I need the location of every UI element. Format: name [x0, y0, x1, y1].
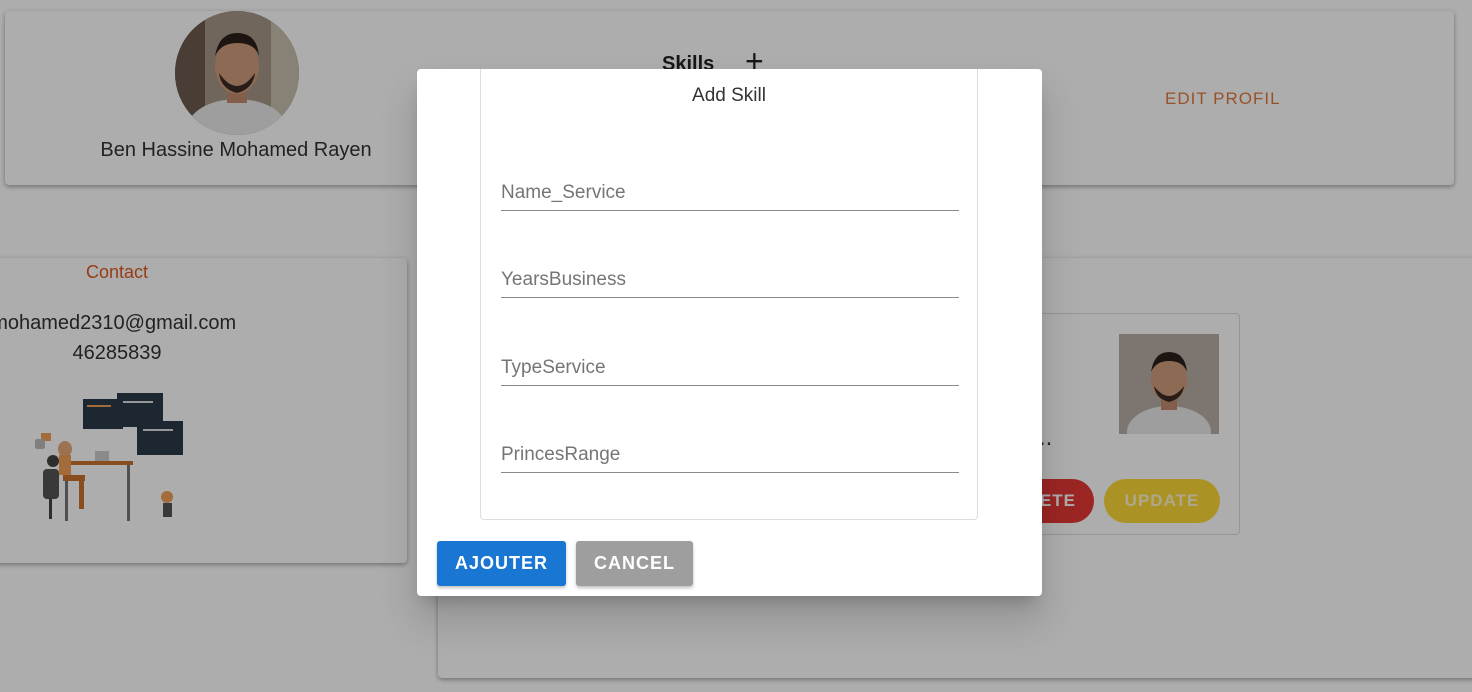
years-business-input[interactable]	[501, 269, 959, 291]
cancel-button[interactable]: CANCEL	[576, 541, 693, 586]
add-skill-dialog: Add Skill AJOUTER CANCEL	[417, 69, 1042, 596]
name-service-field	[501, 170, 959, 211]
years-business-field	[501, 257, 959, 298]
type-service-input[interactable]	[501, 357, 959, 379]
type-service-field	[501, 345, 959, 386]
name-service-input[interactable]	[501, 182, 959, 204]
add-skill-form: Add Skill	[480, 69, 978, 520]
ajouter-button[interactable]: AJOUTER	[437, 541, 566, 586]
dialog-title: Add Skill	[692, 85, 766, 106]
prices-range-field	[501, 432, 959, 473]
prices-range-input[interactable]	[501, 444, 959, 466]
